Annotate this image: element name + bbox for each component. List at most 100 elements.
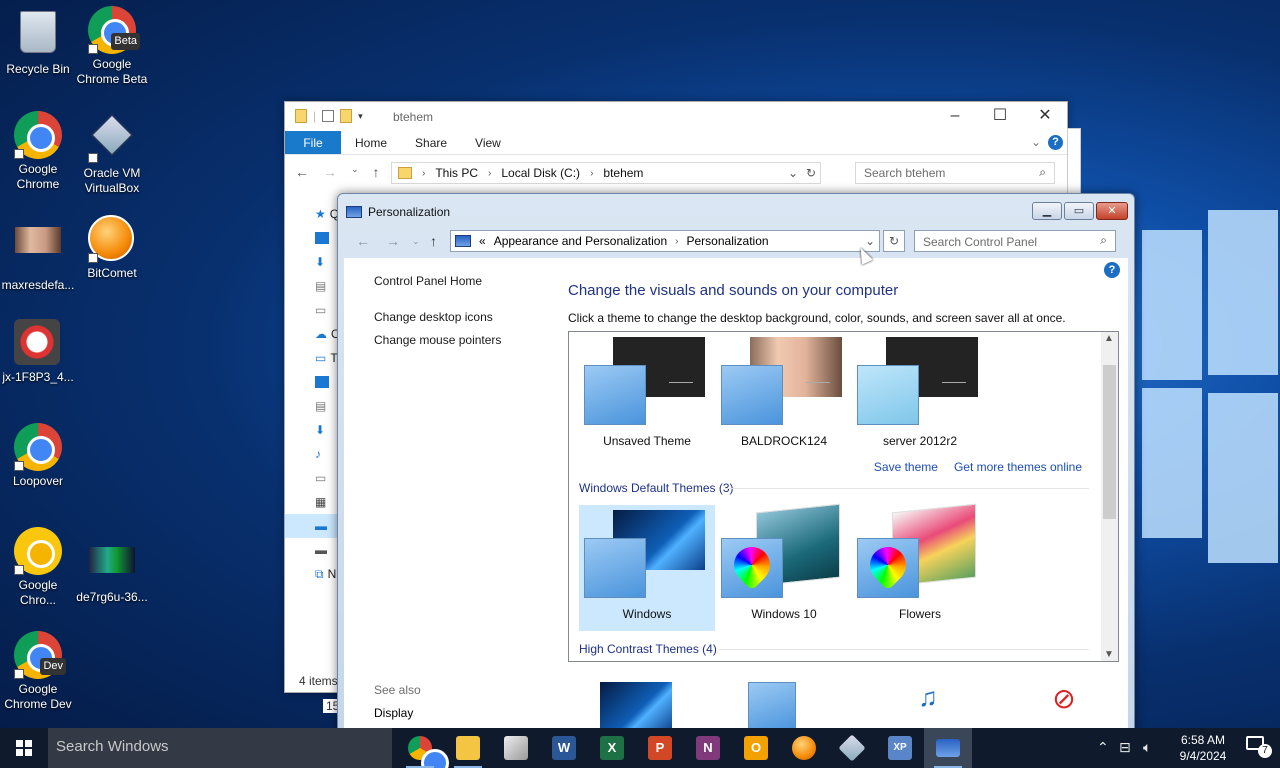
maximize-button[interactable]: ▭ bbox=[1064, 202, 1094, 220]
address-dropdown-icon[interactable]: ⌄ bbox=[788, 166, 798, 180]
vertical-scrollbar[interactable]: ▲ ▼ bbox=[1101, 332, 1118, 661]
desktop-icon-recycle-bin[interactable]: Recycle Bin bbox=[0, 8, 76, 77]
desktop-icon-chrome[interactable]: Google Chrome bbox=[0, 111, 76, 192]
theme-windows[interactable]: Windows bbox=[579, 505, 715, 631]
window-title-bar[interactable]: Personalization bbox=[346, 205, 450, 219]
taskbar-search-input[interactable]: Search Windows bbox=[48, 728, 392, 768]
maximize-button[interactable]: ☐ bbox=[990, 106, 1010, 126]
taskbar-virtualbox[interactable] bbox=[828, 728, 876, 768]
breadcrumb-personalization[interactable]: Personalization bbox=[687, 234, 769, 248]
breadcrumb-btehem[interactable]: btehem bbox=[603, 166, 643, 180]
taskbar-paint[interactable] bbox=[492, 728, 540, 768]
breadcrumb-overflow[interactable]: « bbox=[479, 234, 486, 248]
change-desktop-icons-link[interactable]: Change desktop icons bbox=[374, 310, 501, 324]
desktop-icon-chrome-beta[interactable]: Beta Google Chrome Beta bbox=[74, 6, 150, 87]
group-high-contrast[interactable]: High Contrast Themes (4) bbox=[579, 642, 717, 656]
breadcrumb-local-disk[interactable]: Local Disk (C:) bbox=[501, 166, 580, 180]
theme-windows-10[interactable]: Windows 10 bbox=[716, 503, 852, 631]
back-arrow-icon[interactable]: ← bbox=[295, 164, 309, 180]
theme-server-2012r2[interactable]: server 2012r2 bbox=[852, 332, 988, 458]
properties-icon[interactable] bbox=[322, 110, 335, 122]
desktop-icon-virtualbox[interactable]: Oracle VM VirtualBox bbox=[74, 111, 150, 196]
nav-item-network[interactable]: ⧉ N bbox=[285, 562, 337, 586]
address-bar[interactable]: › This PC › Local Disk (C:) › btehem ⌄ ↻ bbox=[391, 162, 821, 184]
desktop-icon-chrome-canary[interactable]: Google Chro... bbox=[0, 527, 76, 608]
desktop-icon-chrome-dev[interactable]: Dev Google Chrome Dev bbox=[0, 631, 76, 712]
action-center-button[interactable]: 7 bbox=[1246, 736, 1272, 758]
scroll-down-icon[interactable]: ▼ bbox=[1104, 649, 1114, 660]
theme-unsaved[interactable]: Unsaved Theme bbox=[579, 332, 715, 458]
nav-item[interactable]: ▤ bbox=[285, 394, 337, 418]
nav-item[interactable] bbox=[285, 370, 337, 394]
nav-item[interactable] bbox=[285, 226, 337, 250]
address-bar[interactable]: « Appearance and Personalization › Perso… bbox=[450, 230, 880, 252]
sounds-icon[interactable]: ♫ bbox=[892, 682, 964, 732]
recent-pages-icon[interactable]: ⌄ bbox=[412, 236, 420, 247]
help-icon[interactable]: ? bbox=[1104, 262, 1120, 278]
volume-icon[interactable]: 🔈︎ bbox=[1143, 739, 1151, 756]
nav-item[interactable]: ⬇ bbox=[285, 418, 337, 442]
get-more-themes-link[interactable]: Get more themes online bbox=[954, 460, 1082, 474]
breadcrumb-this-pc[interactable]: This PC bbox=[435, 166, 478, 180]
theme-baldrock124[interactable]: BALDROCK124 bbox=[716, 332, 852, 458]
breadcrumb-appearance[interactable]: Appearance and Personalization bbox=[494, 234, 667, 248]
nav-item[interactable]: ♪ bbox=[285, 442, 337, 466]
taskbar-bitcomet[interactable] bbox=[780, 728, 828, 768]
color-icon[interactable] bbox=[748, 682, 796, 732]
up-arrow-icon[interactable]: ↑ bbox=[430, 233, 437, 249]
taskbar-file-explorer[interactable] bbox=[444, 728, 492, 768]
start-button[interactable] bbox=[0, 728, 48, 768]
explorer-title-bar[interactable]: | ▾ btehem – ☐ ✕ bbox=[285, 102, 1067, 131]
taskbar-control-panel[interactable] bbox=[924, 728, 972, 768]
nav-item[interactable]: ▭ bbox=[285, 466, 337, 490]
help-icon[interactable]: ? bbox=[1048, 135, 1063, 150]
taskbar-xp-mode[interactable]: XP bbox=[876, 728, 924, 768]
nav-item[interactable]: ▬ bbox=[285, 538, 337, 562]
desktop-icon-loopover[interactable]: Loopover bbox=[0, 423, 76, 489]
tab-file[interactable]: File bbox=[285, 131, 341, 154]
tab-share[interactable]: Share bbox=[401, 131, 461, 154]
up-arrow-icon[interactable]: ↑ bbox=[373, 164, 380, 180]
group-windows-default[interactable]: Windows Default Themes (3) bbox=[579, 481, 734, 495]
nav-item[interactable]: ▭ bbox=[285, 298, 337, 322]
taskbar-chrome[interactable] bbox=[396, 728, 449, 768]
search-input[interactable]: Search Control Panel ⌕ bbox=[914, 230, 1116, 252]
theme-list[interactable]: Unsaved Theme BALDROCK124 server 2012r2 … bbox=[568, 331, 1119, 662]
tab-home[interactable]: Home bbox=[341, 131, 401, 154]
refresh-icon[interactable]: ↻ bbox=[806, 166, 816, 180]
taskbar-word[interactable]: W bbox=[540, 728, 588, 768]
nav-item-local-disk[interactable]: ▬ bbox=[285, 514, 337, 538]
display-link[interactable]: Display bbox=[374, 706, 421, 720]
taskbar-powerpoint[interactable]: P bbox=[636, 728, 684, 768]
change-mouse-pointers-link[interactable]: Change mouse pointers bbox=[374, 333, 501, 347]
forward-arrow-icon[interactable]: → bbox=[323, 164, 337, 180]
clock[interactable]: 6:58 AM 9/4/2024 bbox=[1173, 732, 1233, 764]
network-icon[interactable]: ⊟ bbox=[1119, 739, 1131, 756]
forward-arrow-icon[interactable]: → bbox=[386, 233, 400, 249]
show-hidden-icons-chevron[interactable]: ⌃ bbox=[1097, 739, 1109, 756]
taskbar-outlook[interactable]: O bbox=[732, 728, 780, 768]
scrollbar-thumb[interactable] bbox=[1103, 365, 1116, 519]
nav-item[interactable]: ▤ bbox=[285, 274, 337, 298]
refresh-button[interactable]: ↻ bbox=[883, 230, 905, 252]
nav-item[interactable]: ▦ bbox=[285, 490, 337, 514]
desktop-icon-maxresdefault[interactable]: maxresdefa... bbox=[0, 215, 76, 293]
nav-item-quick-access[interactable]: ★ Q bbox=[285, 202, 339, 226]
close-button[interactable]: ✕ bbox=[1035, 106, 1055, 126]
save-theme-link[interactable]: Save theme bbox=[874, 460, 938, 474]
nav-item-onedrive[interactable]: ☁ O bbox=[285, 322, 340, 346]
nav-item[interactable]: ⬇ bbox=[285, 250, 337, 274]
desktop-icon-jx[interactable]: jx-1F8P3_4... bbox=[0, 319, 76, 385]
back-arrow-icon[interactable]: ← bbox=[356, 233, 370, 249]
scroll-up-icon[interactable]: ▲ bbox=[1104, 333, 1114, 344]
taskbar-onenote[interactable]: N bbox=[684, 728, 732, 768]
desktop-background-icon[interactable] bbox=[600, 682, 672, 732]
screen-saver-icon[interactable]: ⊘ bbox=[1028, 682, 1100, 732]
search-input[interactable]: Search btehem ⌕ bbox=[855, 162, 1055, 184]
theme-flowers[interactable]: Flowers bbox=[852, 503, 988, 631]
chevron-down-icon[interactable]: ▾ bbox=[358, 111, 363, 122]
minimize-button[interactable]: ▁ bbox=[1032, 202, 1062, 220]
new-folder-icon[interactable] bbox=[340, 109, 353, 123]
taskbar-excel[interactable]: X bbox=[588, 728, 636, 768]
tab-view[interactable]: View bbox=[461, 131, 515, 154]
